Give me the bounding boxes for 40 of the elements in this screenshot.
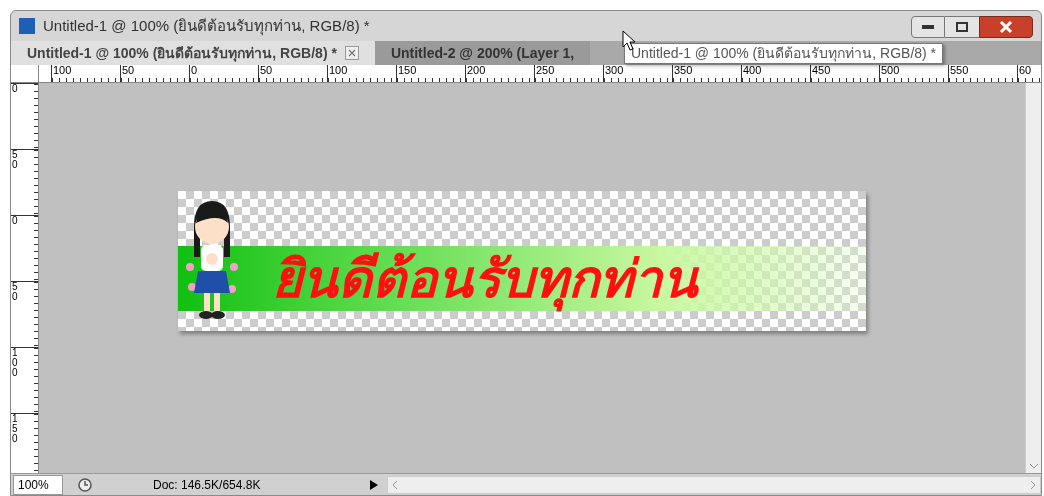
ruler-label: 0 [190,65,199,76]
ruler-label: 200 [466,65,487,76]
tab-label: Untitled-2 @ 200% (Layer 1, [390,43,575,63]
ruler-label: 150 [397,65,418,76]
app-icon [19,18,35,34]
ruler-label: 150 [11,414,19,446]
ruler-label: 60 [1018,65,1033,76]
document-tab[interactable]: Untitled-2 @ 200% (Layer 1, [374,41,591,65]
ruler-label: 500 [880,65,901,76]
ruler-label: 50 [121,65,136,76]
ruler-label: 300 [604,65,625,76]
ruler-label: 100 [52,65,73,76]
ruler-label: 100 [11,348,19,380]
maximize-button[interactable] [945,16,979,38]
window-title: Untitled-1 @ 100% (ยินดีต้อนรับทุกท่าน, RGB/8) * [43,15,370,38]
document-tab[interactable]: Untitled-1 @ 100% (ยินดีต้อนรับทุกท่าน, RGB/8) * [11,41,375,65]
minimize-icon [922,25,934,29]
ruler-label: 100 [328,65,349,76]
close-icon [999,21,1013,33]
ruler-label: 0 [11,216,19,228]
maximize-icon [956,22,968,32]
close-button[interactable] [979,16,1033,38]
ruler-label: 0 [11,84,19,96]
clock-icon[interactable] [77,476,93,493]
tab-label: Untitled-1 @ 100% (ยินดีต้อนรับทุกท่าน, RGB/8) * [27,43,337,64]
ruler-label: 550 [949,65,970,76]
banner-text: ยินดีต้อนรับทุกท่าน [272,247,698,310]
close-icon[interactable] [344,46,359,60]
play-icon[interactable] [369,478,379,491]
ruler-label: 50 [11,150,19,172]
ruler-label: 450 [811,65,832,76]
zoom-field[interactable]: 100% [13,474,63,495]
minimize-button[interactable] [911,16,945,38]
ruler-label: 350 [673,65,694,76]
document-size: Doc: 146.5K/654.8K [153,476,262,494]
ruler-label: 50 [11,282,19,304]
ruler-label: 400 [742,65,763,76]
ruler-label: 50 [259,65,274,76]
ruler-label: 250 [535,65,556,76]
tooltip: Untitled-1 @ 100% (ยินดีต้อนรับทุกท่าน, RGB/8) * [624,43,944,64]
